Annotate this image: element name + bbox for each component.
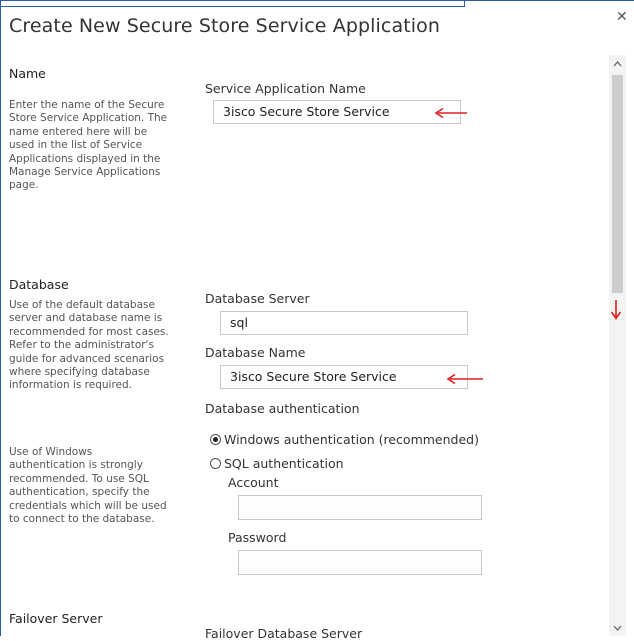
- sql-auth-label: SQL authentication: [224, 456, 344, 471]
- service-app-name-input[interactable]: 3isco Secure Store Service: [213, 100, 461, 124]
- red-arrow-icon: [434, 107, 467, 119]
- db-name-label: Database Name: [205, 345, 306, 360]
- windows-auth-option[interactable]: Windows authentication (recommended): [210, 432, 479, 447]
- section-description-database: Use of the default database server and d…: [9, 299, 169, 392]
- dialog-title: Create New Secure Store Service Applicat…: [9, 15, 440, 37]
- password-input[interactable]: [238, 550, 482, 575]
- section-description-auth: Use of Windows authentication is strongl…: [9, 446, 167, 526]
- db-server-label: Database Server: [205, 291, 310, 306]
- account-input[interactable]: [238, 495, 482, 520]
- section-title-database: Database: [9, 277, 69, 292]
- section-description-name: Enter the name of the Secure Store Servi…: [9, 99, 168, 192]
- failover-db-server-label: Failover Database Server: [205, 626, 363, 641]
- section-title-failover: Failover Server: [9, 611, 103, 626]
- windows-auth-radio[interactable]: [210, 434, 221, 445]
- chevron-up-icon[interactable]: [611, 58, 624, 70]
- close-icon[interactable]: ✕: [616, 9, 628, 25]
- sql-auth-option[interactable]: SQL authentication: [210, 456, 344, 471]
- red-arrow-icon: [446, 373, 483, 385]
- sql-auth-radio[interactable]: [210, 458, 221, 469]
- db-auth-label: Database authentication: [205, 401, 360, 416]
- scrollbar-thumb[interactable]: [612, 75, 623, 293]
- db-server-input[interactable]: sql: [220, 311, 468, 335]
- password-label: Password: [228, 530, 287, 545]
- windows-auth-label: Windows authentication (recommended): [224, 432, 479, 447]
- red-arrow-down-icon: [610, 300, 622, 320]
- db-name-input[interactable]: 3isco Secure Store Service: [220, 365, 468, 389]
- chevron-down-icon[interactable]: [611, 622, 624, 634]
- account-label: Account: [228, 475, 279, 490]
- background-window-edge: [0, 0, 465, 7]
- section-title-name: Name: [9, 66, 46, 81]
- service-app-name-label: Service Application Name: [205, 81, 366, 96]
